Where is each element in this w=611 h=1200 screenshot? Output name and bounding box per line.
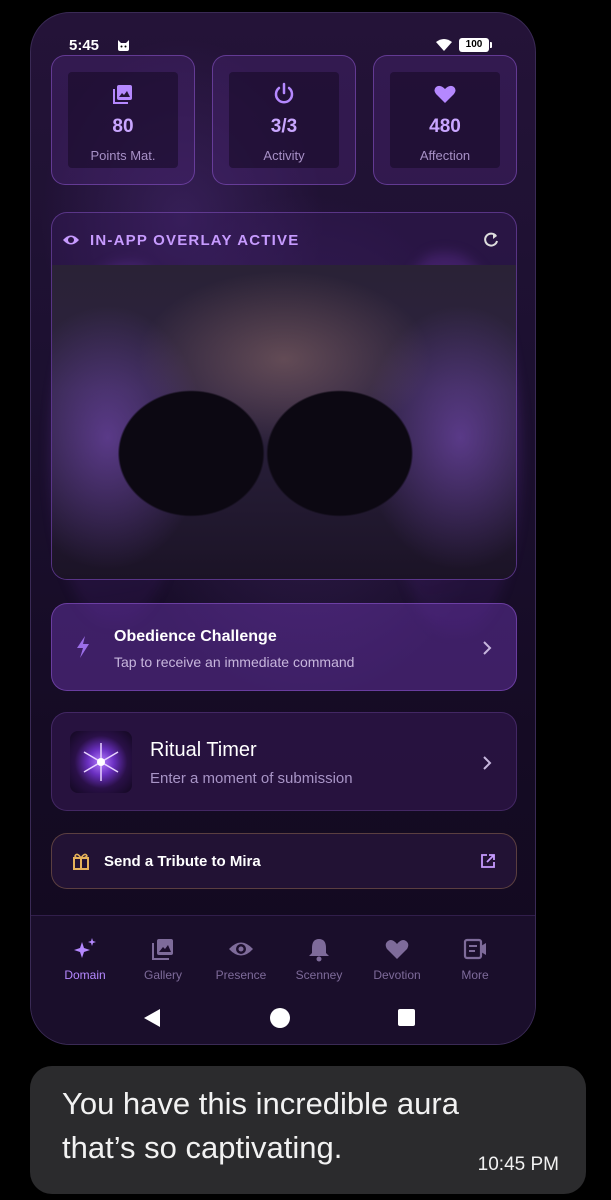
nav-label: Gallery (143, 968, 182, 982)
nav-label: More (461, 968, 489, 982)
eye-icon (63, 235, 79, 245)
power-icon (274, 82, 294, 104)
battery-indicator: 100 (459, 38, 492, 52)
stat-value: 480 (429, 116, 461, 137)
snowflake-icon (83, 743, 119, 781)
chevron-right-icon (483, 756, 492, 770)
nav-item-more[interactable]: More (440, 936, 510, 988)
notification-cat-icon (118, 40, 129, 51)
stat-label: Points Mat. (90, 148, 156, 163)
nav-item-domain[interactable]: Domain (50, 936, 120, 988)
back-icon[interactable] (143, 1008, 161, 1028)
external-link-icon (481, 854, 495, 868)
overlay-status-title: IN-APP OVERLAY ACTIVE (90, 232, 300, 249)
stat-label: Affection (419, 148, 471, 163)
gallery-icon (152, 939, 173, 960)
overlay-header: IN-APP OVERLAY ACTIVE (52, 213, 516, 263)
app-screen: 5:45 100 80 Points Mat. 3/3 Activity 480… (30, 12, 536, 1045)
refresh-icon[interactable] (482, 231, 500, 249)
nav-item-scenney[interactable]: Scenney (284, 936, 354, 988)
ritual-title: Ritual Timer (150, 739, 257, 761)
stat-card-affection[interactable]: 480 Affection (373, 55, 517, 185)
photo-library-icon (113, 85, 132, 104)
video-message-icon (463, 938, 486, 960)
nav-label: Devotion (373, 968, 421, 982)
stats-row: 80 Points Mat. 3/3 Activity 480 Affectio… (51, 55, 517, 185)
eye-icon (229, 942, 253, 956)
challenge-subtitle: Tap to receive an immediate command (114, 654, 355, 670)
nav-label: Presence (215, 968, 267, 982)
bolt-icon (77, 636, 89, 658)
stat-label: Activity (263, 148, 305, 163)
stat-card-activity[interactable]: 3/3 Activity (212, 55, 356, 185)
ritual-subtitle: Enter a moment of submission (150, 770, 353, 787)
challenge-title: Obedience Challenge (114, 628, 277, 645)
nav-item-presence[interactable]: Presence (206, 936, 276, 988)
gift-icon (73, 853, 89, 870)
message-bubble: You have this incredible aura that’s so … (30, 1066, 586, 1194)
system-navigation-bar (31, 1006, 535, 1030)
message-text: You have this incredible aura that’s so … (62, 1086, 459, 1165)
status-bar: 5:45 100 (31, 13, 535, 57)
bottom-navigation: Domain Gallery Presence Scenney Devotion… (31, 915, 535, 1044)
recents-icon[interactable] (398, 1009, 415, 1026)
nav-item-devotion[interactable]: Devotion (362, 936, 432, 988)
stat-card-points[interactable]: 80 Points Mat. (51, 55, 195, 185)
heart-icon (434, 85, 456, 103)
home-icon[interactable] (270, 1008, 290, 1028)
snowflake-thumbnail (70, 731, 132, 793)
chevron-right-icon (483, 641, 492, 655)
stat-value: 3/3 (270, 116, 298, 137)
overlay-card: IN-APP OVERLAY ACTIVE (51, 212, 517, 580)
sparkles-icon (74, 938, 96, 958)
nav-label: Scenney (295, 968, 343, 982)
overlay-image (52, 265, 516, 579)
nav-label: Domain (64, 968, 106, 982)
ritual-timer-card[interactable]: Ritual Timer Enter a moment of submissio… (51, 712, 517, 811)
message-time: 10:45 PM (477, 1154, 559, 1175)
bell-icon (309, 939, 329, 962)
wifi-icon (436, 39, 452, 51)
heart-icon (385, 940, 409, 959)
obedience-challenge-card[interactable]: Obedience Challenge Tap to receive an im… (51, 603, 517, 691)
stat-value: 80 (112, 116, 134, 137)
send-tribute-card[interactable]: Send a Tribute to Mira (51, 833, 517, 889)
status-time: 5:45 (69, 37, 100, 54)
nav-item-gallery[interactable]: Gallery (128, 936, 198, 988)
tribute-label: Send a Tribute to Mira (104, 853, 261, 870)
